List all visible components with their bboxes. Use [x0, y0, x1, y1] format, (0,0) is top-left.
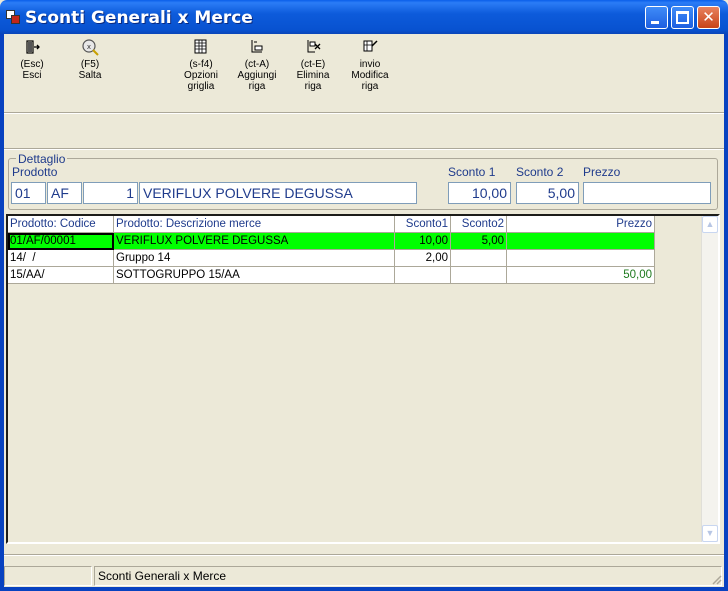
cell-sconto1[interactable] [395, 267, 451, 284]
window-title: Sconti Generali x Merce [25, 8, 253, 28]
grid-header-row: Prodotto: Codice Prodotto: Descrizione m… [8, 216, 655, 233]
edit-row-label: Modifica [351, 70, 389, 81]
grid-options-icon [194, 39, 207, 54]
minimize-button[interactable] [645, 6, 668, 29]
sconto2-field[interactable]: 5,00 [516, 182, 579, 204]
cell-descrizione[interactable]: SOTTOGRUPPO 15/AA [114, 267, 395, 284]
scroll-up-arrow-icon[interactable]: ▲ [702, 216, 718, 233]
minimize-icon [651, 21, 659, 24]
cell-prezzo[interactable]: 50,00 [507, 267, 655, 284]
vertical-scrollbar[interactable]: ▲ ▼ [701, 216, 718, 542]
maximize-button[interactable] [671, 6, 694, 29]
table-row[interactable]: 01/AF/00001 VERIFLUX POLVERE DEGUSSA 10,… [8, 233, 655, 250]
grid-options-label: Opzioni [184, 70, 218, 81]
cell-prezzo[interactable] [507, 233, 655, 250]
prodotto-label: Prodotto [12, 165, 58, 179]
detail-group-title: Dettaglio [16, 152, 68, 166]
delete-row-icon [307, 40, 321, 53]
skip-magnifier-icon: x [82, 39, 99, 56]
column-header-sconto1[interactable]: Sconto1 [395, 216, 451, 233]
cell-codice[interactable]: 15/AA/ [8, 267, 114, 284]
cell-prezzo[interactable] [507, 250, 655, 267]
column-header-sconto2[interactable]: Sconto2 [451, 216, 507, 233]
svg-text:x: x [87, 43, 91, 51]
cell-codice[interactable]: 14/ / [8, 250, 114, 267]
add-row-label: Aggiungi [237, 70, 277, 81]
cell-sconto2[interactable] [451, 250, 507, 267]
grid-options-label2: griglia [187, 81, 215, 92]
exit-label: Esci [22, 70, 42, 81]
exit-door-icon [26, 40, 40, 54]
exit-key: (Esc) [20, 59, 44, 70]
skip-label: Salta [78, 70, 102, 81]
status-panel-2: Sconti Generali x Merce [94, 566, 722, 586]
edit-row-icon [363, 40, 378, 52]
prodotto-code-field-2[interactable]: AF [47, 182, 82, 204]
sconto2-label: Sconto 2 [516, 165, 564, 179]
table-row[interactable]: 15/AA/ SOTTOGRUPPO 15/AA 50,00 [8, 267, 655, 284]
close-button[interactable]: ✕ [697, 6, 720, 29]
resize-grip-icon[interactable] [710, 573, 722, 585]
status-panel-1 [4, 566, 92, 586]
column-header-descrizione[interactable]: Prodotto: Descrizione merce [114, 216, 395, 233]
cell-codice[interactable]: 01/AF/00001 [8, 233, 114, 250]
toolbar: (Esc) Esci x (F5) Salta (s-f4) Opzioni g… [4, 34, 724, 112]
delete-row-key: (ct-E) [300, 59, 326, 70]
scroll-down-arrow-icon[interactable]: ▼ [702, 525, 718, 542]
grid-options-button[interactable]: (s-f4) Opzioni griglia [180, 38, 222, 92]
grid-bottom-divider [4, 554, 724, 556]
app-icon[interactable] [6, 10, 20, 24]
data-grid[interactable]: Prodotto: Codice Prodotto: Descrizione m… [6, 214, 720, 544]
cell-sconto1[interactable]: 10,00 [395, 233, 451, 250]
window-frame-right [724, 34, 728, 591]
prezzo-label: Prezzo [583, 165, 621, 179]
table-row[interactable]: 14/ / Gruppo 14 2,00 [8, 250, 655, 267]
grid-options-key: (s-f4) [189, 59, 213, 70]
edit-row-button[interactable]: invio Modifica riga [346, 38, 394, 92]
cell-sconto2[interactable] [451, 267, 507, 284]
cell-sconto1[interactable]: 2,00 [395, 250, 451, 267]
close-icon: ✕ [702, 8, 715, 26]
delete-row-label2: riga [304, 81, 322, 92]
window-frame-bottom [0, 587, 728, 591]
sconto1-label: Sconto 1 [448, 165, 496, 179]
title-bar[interactable]: Sconti Generali x Merce ✕ [0, 0, 728, 34]
add-row-label2: riga [248, 81, 266, 92]
edit-row-key: invio [359, 59, 381, 70]
window-frame-left [0, 34, 4, 591]
edit-row-label2: riga [361, 81, 379, 92]
column-header-prezzo[interactable]: Prezzo [507, 216, 655, 233]
add-row-button[interactable]: (ct-A) Aggiungi riga [232, 38, 282, 92]
delete-row-button[interactable]: (ct-E) Elimina riga [292, 38, 334, 92]
status-bar: Sconti Generali x Merce [4, 565, 724, 587]
delete-row-label: Elimina [296, 70, 330, 81]
cell-sconto2[interactable]: 5,00 [451, 233, 507, 250]
skip-button[interactable]: x (F5) Salta [72, 38, 108, 81]
cell-descrizione[interactable]: VERIFLUX POLVERE DEGUSSA [114, 233, 395, 250]
panel-divider [4, 148, 724, 150]
sconto1-field[interactable]: 10,00 [448, 182, 511, 204]
exit-button[interactable]: (Esc) Esci [14, 38, 50, 81]
prodotto-code-field-3[interactable]: 1 [83, 182, 138, 204]
prodotto-code-field-1[interactable]: 01 [11, 182, 46, 204]
skip-key: (F5) [80, 59, 100, 70]
column-header-codice[interactable]: Prodotto: Codice [8, 216, 114, 233]
prodotto-description-field[interactable]: VERIFLUX POLVERE DEGUSSA [139, 182, 417, 204]
maximize-icon [676, 11, 689, 24]
add-row-icon [251, 40, 263, 53]
add-row-key: (ct-A) [244, 59, 270, 70]
cell-descrizione[interactable]: Gruppo 14 [114, 250, 395, 267]
toolbar-divider [4, 112, 724, 114]
prezzo-field[interactable] [583, 182, 711, 204]
